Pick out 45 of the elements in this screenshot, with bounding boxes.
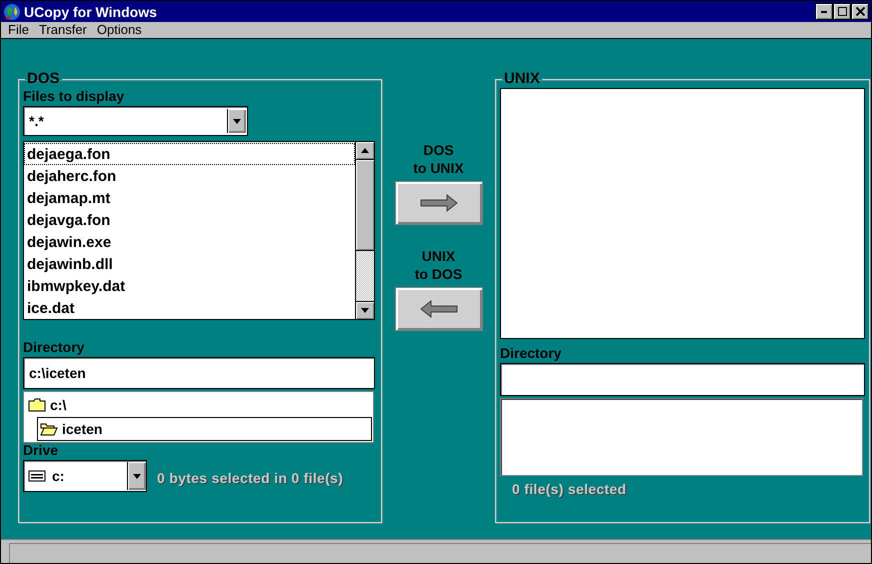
list-item[interactable]: dejamap.mt bbox=[24, 187, 355, 209]
close-icon bbox=[856, 7, 864, 16]
drive-icon bbox=[28, 470, 46, 482]
minimize-button[interactable] bbox=[815, 3, 833, 20]
up-arrow-icon bbox=[360, 147, 370, 154]
field-label: Files to display bbox=[23, 87, 124, 105]
list-item[interactable]: ice.dat bbox=[24, 297, 355, 319]
folder-item[interactable]: iceten bbox=[37, 417, 372, 441]
caret-icon bbox=[132, 472, 142, 480]
window-title: UCopy for Windows bbox=[24, 4, 157, 20]
scrollbar[interactable] bbox=[355, 142, 374, 319]
transfer-button[interactable] bbox=[394, 181, 482, 225]
field-label: Drive bbox=[23, 441, 58, 459]
list-item[interactable]: dejaega.fon bbox=[24, 143, 355, 165]
minimize-icon bbox=[821, 10, 827, 12]
list-item[interactable]: dejaherc.fon bbox=[24, 165, 355, 187]
drive-dropdown[interactable]: c: bbox=[23, 460, 147, 492]
close-button[interactable] bbox=[851, 3, 869, 20]
down-arrow-icon bbox=[360, 307, 370, 314]
left-arrow-icon bbox=[418, 300, 458, 318]
menu-item[interactable]: Options bbox=[92, 22, 147, 38]
folder-icon bbox=[28, 398, 46, 412]
list-item[interactable]: ibmwpkey.dat bbox=[24, 275, 355, 297]
transfer-button[interactable] bbox=[394, 287, 482, 331]
list-item[interactable]: dejavga.fon bbox=[24, 209, 355, 231]
caret-icon bbox=[232, 118, 242, 124]
menu-item[interactable]: Transfer bbox=[34, 22, 92, 38]
selection-status: 0 file(s) selected bbox=[512, 480, 628, 498]
folder-item[interactable]: c:\ bbox=[25, 393, 372, 417]
directory-field[interactable]: c:\iceten bbox=[23, 357, 375, 389]
directory-field[interactable] bbox=[500, 363, 865, 396]
field-label: Directory bbox=[500, 344, 562, 362]
maximize-icon bbox=[838, 7, 846, 16]
list-item[interactable]: dejawinb.dll bbox=[24, 253, 355, 275]
open-folder-icon bbox=[40, 422, 58, 436]
globe-icon bbox=[3, 2, 21, 20]
field-label: Directory bbox=[23, 338, 84, 356]
right-arrow-icon bbox=[418, 194, 458, 212]
transfer-label: DOS to UNIX bbox=[413, 141, 464, 177]
file-filter-dropdown[interactable]: *.* bbox=[23, 106, 248, 136]
list-item[interactable]: dejawin.exe bbox=[24, 231, 355, 253]
maximize-button[interactable] bbox=[833, 3, 851, 20]
selection-status: 0 bytes selected in 0 file(s) bbox=[157, 469, 344, 488]
transfer-label: UNIX to DOS bbox=[414, 247, 462, 283]
menu-item[interactable]: File bbox=[3, 22, 34, 38]
